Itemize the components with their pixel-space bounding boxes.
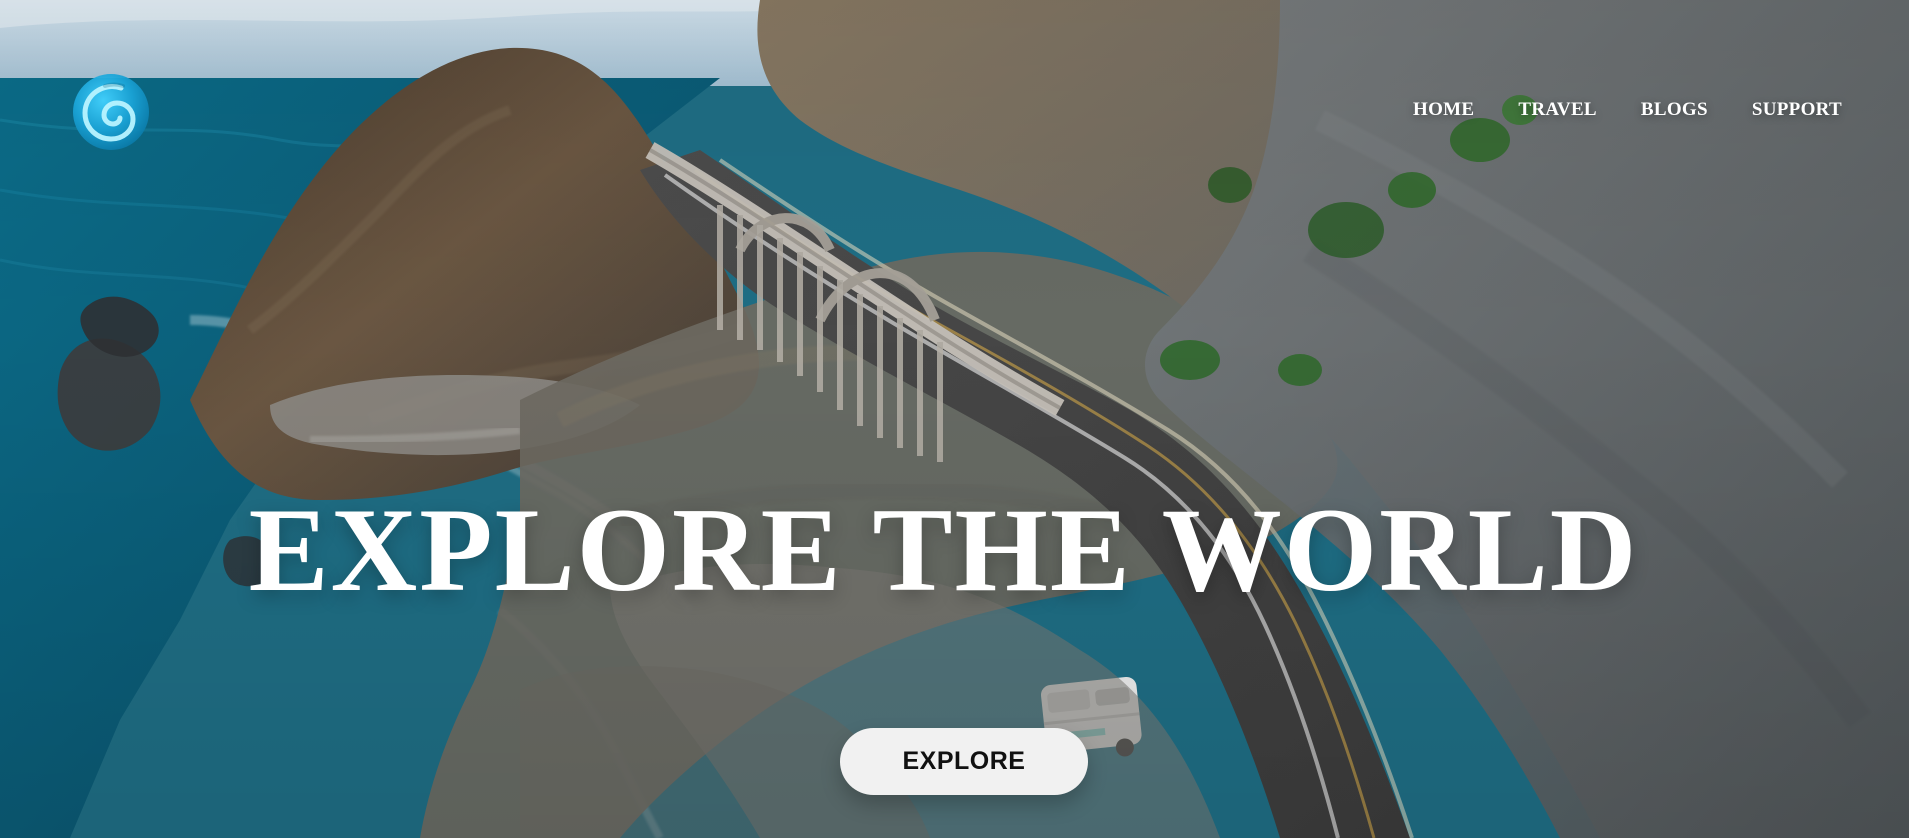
hero-background-image [0, 0, 1909, 838]
swirl-logo-icon [73, 74, 149, 150]
landing-page: HOME TRAVEL BLOGS SUPPORT EXPLORE THE WO… [0, 0, 1909, 838]
nav-home[interactable]: HOME [1413, 99, 1474, 121]
nav-blogs[interactable]: BLOGS [1641, 99, 1708, 121]
brand-logo[interactable] [69, 70, 153, 154]
nav-travel[interactable]: TRAVEL [1518, 99, 1597, 121]
nav-support[interactable]: SUPPORT [1752, 99, 1842, 121]
explore-button[interactable]: EXPLORE [840, 728, 1088, 795]
hero-title: EXPLORE THE WORLD [248, 483, 1639, 616]
top-nav: HOME TRAVEL BLOGS SUPPORT [1413, 99, 1842, 121]
